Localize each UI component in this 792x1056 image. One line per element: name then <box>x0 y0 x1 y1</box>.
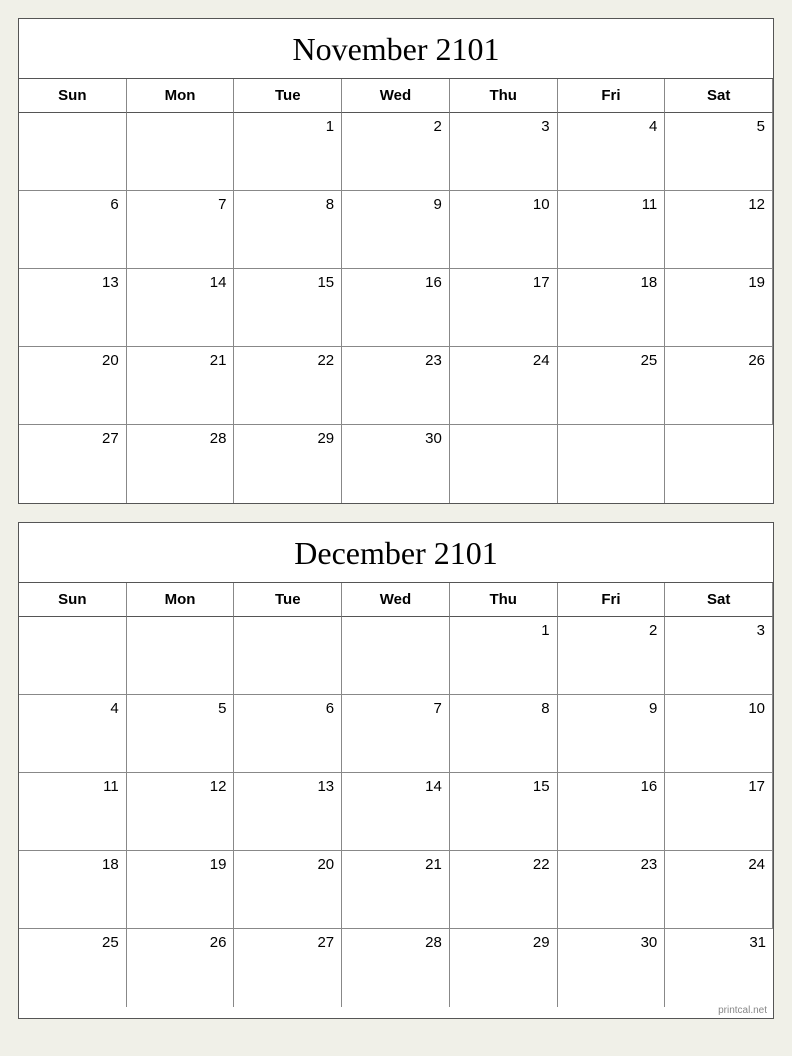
dec-w5-sun: 25 <box>19 929 127 1007</box>
nov-w2-wed: 9 <box>342 191 450 269</box>
dec-w5-wed: 28 <box>342 929 450 1007</box>
nov-w5-mon: 28 <box>127 425 235 503</box>
nov-w1-sat: 5 <box>665 113 773 191</box>
dec-w4-wed: 21 <box>342 851 450 929</box>
dec-w2-sat: 10 <box>665 695 773 773</box>
header-wed: Wed <box>342 79 450 113</box>
dec-w5-tue: 27 <box>234 929 342 1007</box>
nov-w3-wed: 16 <box>342 269 450 347</box>
nov-w2-fri: 11 <box>558 191 666 269</box>
dec-w2-wed: 7 <box>342 695 450 773</box>
dec-w4-sat: 24 <box>665 851 773 929</box>
nov-w4-fri: 25 <box>558 347 666 425</box>
december-title: December 2101 <box>19 523 773 583</box>
dec-header-mon: Mon <box>127 583 235 617</box>
dec-w5-mon: 26 <box>127 929 235 1007</box>
nov-w3-mon: 14 <box>127 269 235 347</box>
nov-w4-sat: 26 <box>665 347 773 425</box>
dec-header-thu: Thu <box>450 583 558 617</box>
header-sat: Sat <box>665 79 773 113</box>
nov-w3-sat: 19 <box>665 269 773 347</box>
nov-w5-wed: 30 <box>342 425 450 503</box>
dec-w1-tue <box>234 617 342 695</box>
nov-w4-mon: 21 <box>127 347 235 425</box>
dec-header-sat: Sat <box>665 583 773 617</box>
nov-w5-thu <box>450 425 558 503</box>
dec-w4-thu: 22 <box>450 851 558 929</box>
dec-w3-fri: 16 <box>558 773 666 851</box>
dec-w2-mon: 5 <box>127 695 235 773</box>
november-calendar: November 2101 Sun Mon Tue Wed Thu Fri Sa… <box>18 18 774 504</box>
dec-w3-tue: 13 <box>234 773 342 851</box>
header-thu: Thu <box>450 79 558 113</box>
dec-w1-fri: 2 <box>558 617 666 695</box>
nov-w3-sun: 13 <box>19 269 127 347</box>
dec-w2-tue: 6 <box>234 695 342 773</box>
nov-w2-sun: 6 <box>19 191 127 269</box>
nov-w1-tue: 1 <box>234 113 342 191</box>
dec-w2-fri: 9 <box>558 695 666 773</box>
nov-w3-fri: 18 <box>558 269 666 347</box>
dec-w5-thu: 29 <box>450 929 558 1007</box>
dec-w4-mon: 19 <box>127 851 235 929</box>
dec-w1-sat: 3 <box>665 617 773 695</box>
nov-w1-wed: 2 <box>342 113 450 191</box>
dec-w3-wed: 14 <box>342 773 450 851</box>
dec-w1-sun <box>19 617 127 695</box>
dec-w5-fri: 30 <box>558 929 666 1007</box>
nov-w3-thu: 17 <box>450 269 558 347</box>
dec-w4-sun: 18 <box>19 851 127 929</box>
nov-w2-tue: 8 <box>234 191 342 269</box>
nov-w4-tue: 22 <box>234 347 342 425</box>
nov-w5-sat <box>665 425 773 503</box>
dec-header-tue: Tue <box>234 583 342 617</box>
nov-w4-sun: 20 <box>19 347 127 425</box>
nov-w2-thu: 10 <box>450 191 558 269</box>
nov-w1-fri: 4 <box>558 113 666 191</box>
dec-w1-mon <box>127 617 235 695</box>
dec-w1-wed <box>342 617 450 695</box>
nov-w1-mon <box>127 113 235 191</box>
december-calendar: December 2101 Sun Mon Tue Wed Thu Fri Sa… <box>18 522 774 1019</box>
nov-w1-sun <box>19 113 127 191</box>
nov-w5-fri <box>558 425 666 503</box>
dec-header-sun: Sun <box>19 583 127 617</box>
header-fri: Fri <box>558 79 666 113</box>
dec-w2-sun: 4 <box>19 695 127 773</box>
dec-w1-thu: 1 <box>450 617 558 695</box>
december-grid: Sun Mon Tue Wed Thu Fri Sat 1 2 3 4 5 6 … <box>19 583 773 1007</box>
header-sun: Sun <box>19 79 127 113</box>
dec-w3-sun: 11 <box>19 773 127 851</box>
nov-w5-sun: 27 <box>19 425 127 503</box>
november-title: November 2101 <box>19 19 773 79</box>
dec-w3-thu: 15 <box>450 773 558 851</box>
nov-w2-sat: 12 <box>665 191 773 269</box>
dec-header-fri: Fri <box>558 583 666 617</box>
dec-w5-sat: 31 <box>665 929 773 1007</box>
header-tue: Tue <box>234 79 342 113</box>
dec-w4-fri: 23 <box>558 851 666 929</box>
nov-w3-tue: 15 <box>234 269 342 347</box>
dec-header-wed: Wed <box>342 583 450 617</box>
nov-w2-mon: 7 <box>127 191 235 269</box>
dec-w3-mon: 12 <box>127 773 235 851</box>
nov-w4-wed: 23 <box>342 347 450 425</box>
nov-w4-thu: 24 <box>450 347 558 425</box>
header-mon: Mon <box>127 79 235 113</box>
dec-w3-sat: 17 <box>665 773 773 851</box>
november-grid: Sun Mon Tue Wed Thu Fri Sat 1 2 3 4 5 6 … <box>19 79 773 503</box>
nov-w1-thu: 3 <box>450 113 558 191</box>
nov-w5-tue: 29 <box>234 425 342 503</box>
dec-w4-tue: 20 <box>234 851 342 929</box>
dec-w2-thu: 8 <box>450 695 558 773</box>
